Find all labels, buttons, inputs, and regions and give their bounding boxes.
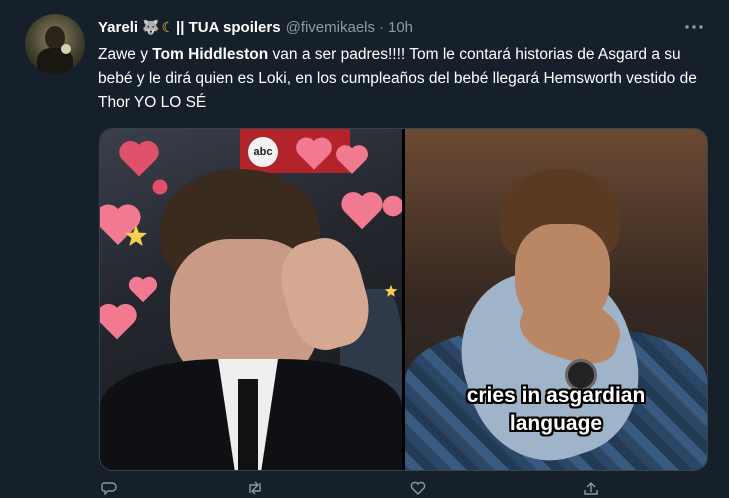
meme-caption-line2: language <box>509 412 603 435</box>
user-handle[interactable]: @fivemikaels <box>286 19 375 36</box>
tweet-timestamp[interactable]: 10h <box>388 19 413 36</box>
right-image[interactable]: cries in asgardian language <box>405 129 707 470</box>
heart-sticker-dot <box>382 195 402 217</box>
avatar-flower <box>61 44 71 54</box>
display-name[interactable]: Yareli <box>98 19 138 36</box>
crescent-moon-emoji-icon: ☾ <box>161 18 175 35</box>
tweet-actions <box>98 481 618 497</box>
tweet-text: Zawe y Tom Hiddleston van a ser padres!!… <box>98 43 708 115</box>
display-name-suffix[interactable]: || TUA spoilers <box>176 19 281 36</box>
heart-sticker <box>100 301 138 341</box>
like-icon[interactable] <box>410 481 426 498</box>
avatar[interactable] <box>25 14 85 74</box>
wolf-emoji-icon: 🐺 <box>142 18 160 35</box>
abc-logo: abc <box>248 137 278 167</box>
person-tie <box>238 379 258 470</box>
heart-sticker <box>118 137 160 179</box>
reply-icon[interactable] <box>101 481 117 498</box>
share-icon[interactable] <box>583 481 599 498</box>
star-sticker <box>384 284 398 298</box>
more-icon[interactable] <box>683 18 705 36</box>
tweet-media[interactable]: abc cries in asgardian language <box>99 128 708 471</box>
left-image[interactable]: abc <box>100 129 402 470</box>
heart-sticker <box>295 135 333 171</box>
heart-sticker <box>128 274 158 304</box>
tweet-text-part1: Zawe y <box>98 46 153 63</box>
tweet-text-bold-name: Tom Hiddleston <box>152 46 269 63</box>
tweet-header: Yareli 🐺 ☾ || TUA spoilers @fivemikaels … <box>98 17 413 37</box>
retweet-icon[interactable] <box>246 481 264 498</box>
meme-caption: cries in asgardian language <box>405 382 707 438</box>
heart-sticker <box>335 143 369 175</box>
meme-caption-line1: cries in asgardian <box>466 384 646 407</box>
heart-sticker-dot <box>152 179 168 195</box>
separator-dot: · <box>379 18 384 36</box>
heart-sticker <box>340 189 384 231</box>
star-sticker <box>124 224 148 248</box>
